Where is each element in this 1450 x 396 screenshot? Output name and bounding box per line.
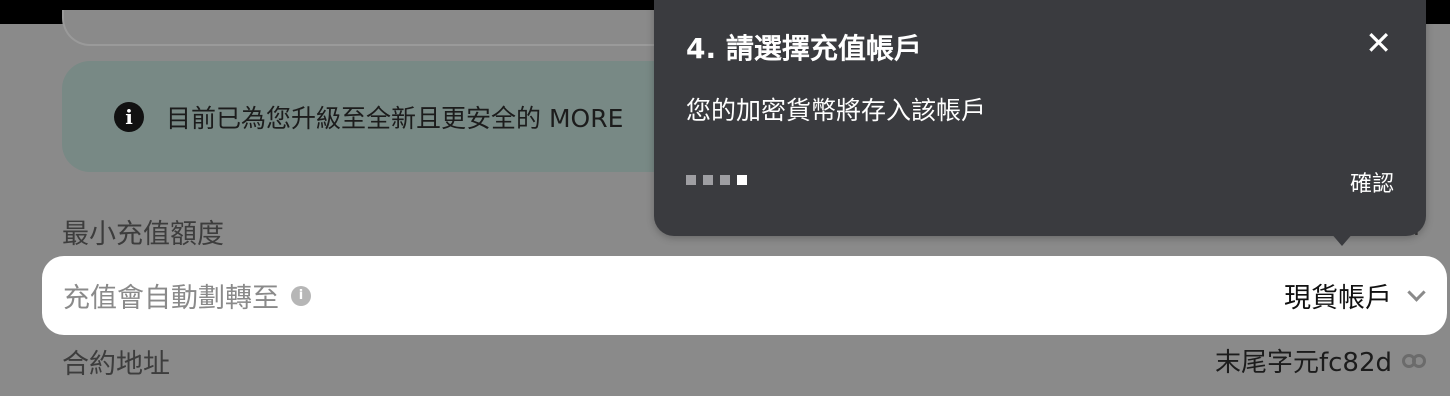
auto-transfer-selector[interactable]: 充值會自動劃轉至 i 現貨帳戶 (42, 256, 1447, 335)
step-indicator (686, 175, 754, 185)
onboarding-tooltip: 4. 請選擇充值帳戶 ✕ 您的加密貨幣將存入該帳戶 確認 (654, 0, 1426, 236)
selected-account: 現貨帳戶 (1284, 283, 1392, 314)
close-icon[interactable]: ✕ (1365, 27, 1392, 59)
step-dot (703, 175, 713, 185)
auto-transfer-label: 充值會自動劃轉至 (63, 283, 279, 314)
step-dot (737, 175, 747, 185)
notice-text: 目前已為您升級至全新且更安全的 MORE (166, 103, 624, 133)
tooltip-title: 4. 請選擇充值帳戶 (686, 32, 922, 65)
contract-address-text: 末尾字元fc82d (1214, 348, 1392, 378)
min-deposit-label: 最小充值額度 (62, 219, 224, 250)
info-icon: i (114, 101, 144, 132)
contract-address-label: 合約地址 (62, 349, 170, 380)
tooltip-body: 您的加密貨幣將存入該帳戶 (686, 96, 987, 125)
step-dot (686, 175, 696, 185)
chevron-down-icon[interactable] (1407, 283, 1426, 302)
contract-address-value: 末尾字元fc82d (1215, 342, 1426, 379)
step-dot (720, 175, 730, 185)
tooltip-caret (1330, 232, 1354, 246)
confirm-button[interactable]: 確認 (1350, 166, 1394, 198)
info-icon[interactable]: i (291, 285, 311, 306)
link-icon[interactable] (1402, 353, 1426, 368)
